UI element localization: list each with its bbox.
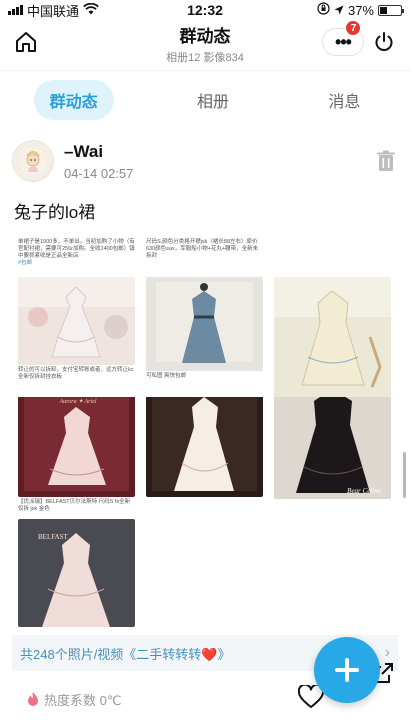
album-link-text: 共248个照片/视频《二手转转转❤️》: [20, 646, 231, 662]
photo-watermark: Aurora ✦ Ariel: [58, 398, 96, 405]
plus-icon: [335, 658, 359, 682]
add-button[interactable]: [314, 637, 380, 703]
photo-item[interactable]: [146, 397, 263, 513]
status-bar: 中国联通 12:32 37%: [0, 0, 410, 20]
photo-image: BELFAST: [18, 519, 135, 627]
photo-grid: 单裙子是1900多，不单出。当初加购了小物（有官配衬裙，需要可256r加购。全收…: [18, 237, 398, 627]
tab-album[interactable]: 相册: [181, 80, 245, 120]
photo-item[interactable]: [274, 237, 391, 397]
post-time: 04-14 02:57: [64, 165, 134, 181]
home-icon: [16, 32, 36, 52]
avatar-image: [19, 147, 47, 175]
exit-button[interactable]: [370, 28, 398, 56]
heat-indicator: 热度系数 0℃: [26, 690, 121, 709]
photo-caption-top: [274, 237, 391, 277]
caption-text: 单裙子是1900多，不单出。当初加购了小物（有官配衬裙，需要可256r加购。全收…: [18, 239, 135, 259]
location-icon: [334, 3, 344, 18]
photo-image: Aurora ✦ Ariel: [18, 397, 135, 497]
flame-icon: [28, 692, 38, 706]
carrier-label: 中国联通: [27, 3, 80, 19]
avatar[interactable]: [12, 140, 54, 182]
chevron-right-icon: ›: [384, 644, 390, 661]
tab-group-feed[interactable]: 群动态: [33, 79, 114, 120]
tab-messages[interactable]: 消息: [312, 80, 376, 120]
battery-percent: 37%: [347, 2, 374, 18]
photo-image: [146, 277, 263, 371]
heat-label: 热度系数 0℃: [44, 692, 122, 708]
photo-watermark: BELFAST: [38, 533, 69, 541]
nav-right: ••• 7: [322, 20, 398, 56]
wifi-icon: [83, 2, 99, 18]
user-info: –Wai 04-14 02:57: [64, 142, 133, 181]
photo-caption-top: 单裙子是1900多，不单出。当初加购了小物（有官配衬裙，需要可256r加购。全收…: [18, 237, 135, 277]
photo-item[interactable]: BELFAST: [18, 513, 135, 627]
scrollbar[interactable]: [403, 452, 406, 498]
notification-badge: 7: [345, 20, 361, 36]
photo-watermark: Bear Celine: [347, 487, 381, 495]
post-text: 兔子的lo裙: [14, 203, 96, 222]
status-right: 37%: [317, 2, 404, 18]
battery-icon: [378, 4, 404, 16]
post-header: –Wai 04-14 02:57: [12, 140, 398, 182]
more-button[interactable]: ••• 7: [322, 20, 364, 56]
username[interactable]: –Wai: [64, 142, 133, 162]
home-button[interactable]: [12, 28, 40, 56]
tab-bar: 群动态 相册 消息: [0, 70, 410, 128]
photo-item[interactable]: 尺码S,颜色分类格开襟jsk（裙长88左右）原价630颜色sax，军服船小物+花…: [146, 237, 263, 397]
status-left: 中国联通: [8, 1, 99, 20]
photo-image: [18, 277, 135, 365]
photo-item[interactable]: Aurora ✦ Ariel 【优派瑞】BELFAST贝尔法斯特 尺码S fs全…: [18, 397, 135, 513]
photo-caption-top: 尺码S,颜色分类格开襟jsk（裙长88左右）原价630颜色sax，军服船小物+花…: [146, 239, 259, 259]
power-icon: [375, 32, 393, 51]
photo-caption-bottom: 转让的可以拆卸，支付宝转账或者，远方转让kc全新仅拆封挂衣板: [18, 367, 134, 380]
photo-image: [146, 397, 263, 497]
nav-bar: 群动态 相册12 影像834 ••• 7: [0, 20, 410, 64]
photo-image: Bear Celine: [274, 397, 391, 499]
caption-tag: #包邮: [18, 260, 33, 266]
photo-item[interactable]: 单裙子是1900多，不单出。当初加购了小物（有官配衬裙，需要可256r加购。全收…: [18, 237, 135, 397]
photo-item[interactable]: Bear Celine: [274, 397, 391, 513]
delete-button[interactable]: [376, 150, 398, 172]
photo-image: [274, 277, 391, 397]
photo-caption-bottom: 可私图 爽快包邮: [146, 373, 187, 379]
photo-caption-bottom: 【优派瑞】BELFAST贝尔法斯特 尺码S fs全新仅拆 jsk 金色: [18, 499, 131, 512]
battery-fill: [380, 6, 388, 14]
trash-icon: [377, 150, 395, 171]
orientation-lock-icon: [317, 2, 330, 18]
signal-icon: [8, 5, 23, 15]
